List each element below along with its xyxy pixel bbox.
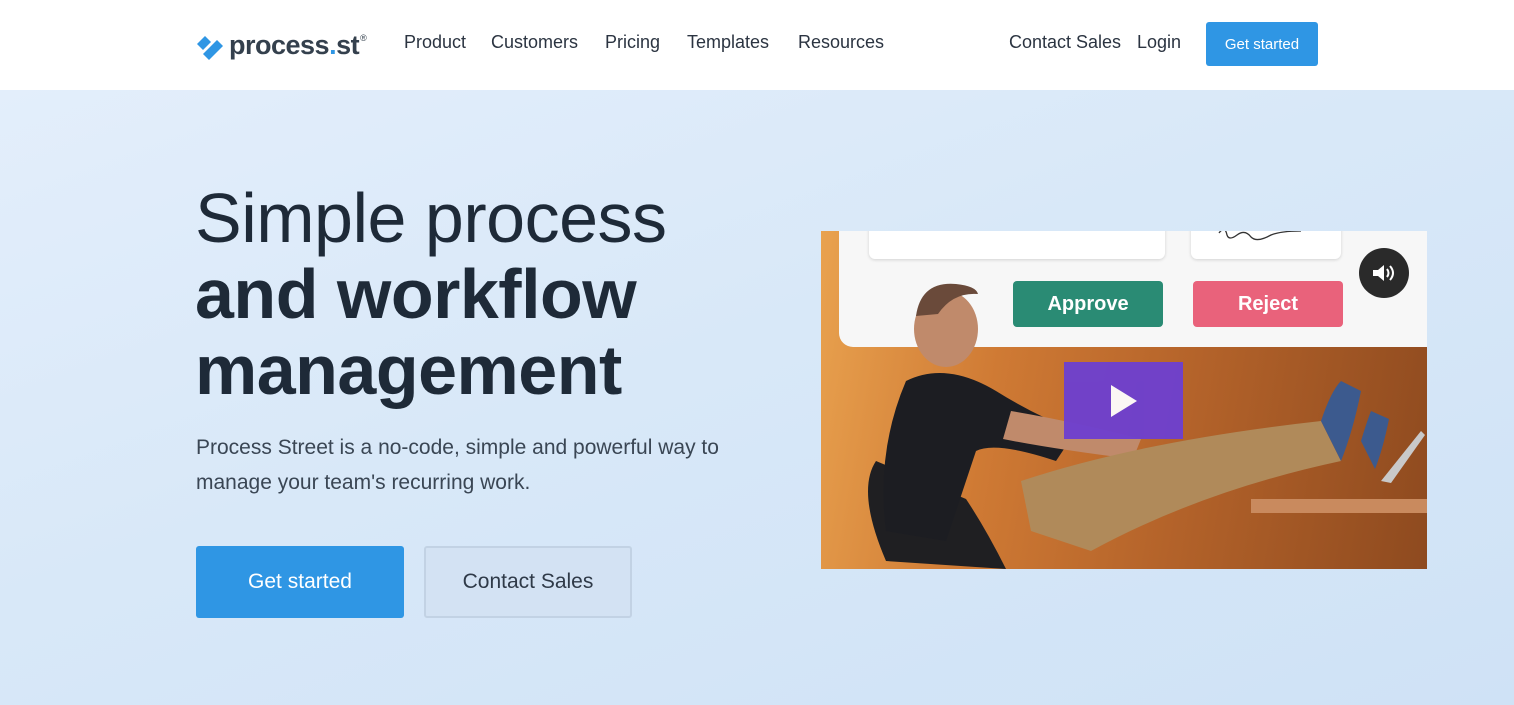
nav-pricing[interactable]: Pricing [605,32,660,53]
nav-product[interactable]: Product [404,32,466,53]
headline-line-3: management [195,331,622,409]
nav-get-started-button[interactable]: Get started [1206,22,1318,66]
headline-line-1: Simple process [195,179,667,257]
nav-login[interactable]: Login [1137,32,1181,53]
hero-contact-sales-button[interactable]: Contact Sales [424,546,632,618]
speaker-icon [1373,265,1394,281]
hero-subtitle: Process Street is a no-code, simple and … [196,436,719,494]
headline-line-2: and workflow [195,255,637,333]
hero-headline: Simple process and workflow management [195,180,667,408]
hero-get-started-button[interactable]: Get started [196,546,404,618]
hero-video[interactable]: Approve Reject [821,231,1427,569]
sound-toggle-button[interactable] [1359,248,1409,298]
logo-mark-icon [195,30,223,60]
nav-customers[interactable]: Customers [491,32,578,53]
play-icon [1110,384,1137,417]
logo[interactable]: process.st® [195,28,367,62]
top-navbar: process.st® Product Customers Pricing Te… [0,0,1514,90]
nav-resources[interactable]: Resources [798,32,884,53]
nav-contact-sales[interactable]: Contact Sales [1009,32,1121,53]
logo-text: process.st® [229,29,367,60]
desk [1251,499,1427,513]
nav-templates[interactable]: Templates [687,32,769,53]
play-button[interactable] [1064,362,1183,439]
